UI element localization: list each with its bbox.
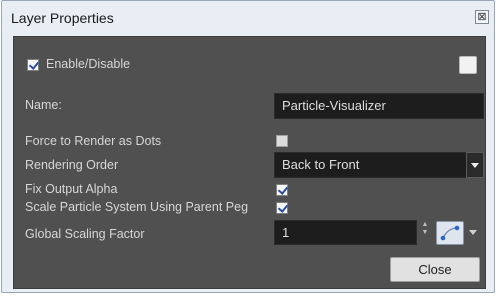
title-bar: Layer Properties ⊠ [2, 1, 494, 35]
picker-dropdown-icon[interactable] [469, 230, 477, 235]
rendering-order-select[interactable]: Back to Front [274, 152, 467, 178]
enable-label: Enable/Disable [46, 57, 131, 71]
dialog-title: Layer Properties [11, 10, 114, 26]
close-button[interactable]: Close [390, 257, 480, 282]
scale-parent-label: Scale Particle System Using Parent Peg [25, 200, 249, 214]
layer-properties-dialog: Layer Properties ⊠ Enable/Disable Name: … [1, 0, 495, 293]
close-window-icon[interactable]: ⊠ [475, 10, 489, 24]
rendering-order-label: Rendering Order [25, 158, 119, 172]
spinner-arrows-icon[interactable]: ▲ ▼ [420, 221, 430, 245]
layer-color-swatch[interactable] [459, 56, 477, 74]
function-curve-icon[interactable] [436, 221, 464, 245]
global-scaling-input[interactable]: 1 [274, 220, 417, 245]
fix-alpha-checkbox[interactable] [276, 184, 288, 196]
force-dots-label: Force to Render as Dots [25, 134, 162, 148]
scale-parent-checkbox[interactable] [276, 202, 288, 214]
force-dots-checkbox[interactable] [276, 135, 288, 147]
enable-checkbox[interactable] [27, 59, 39, 71]
name-input[interactable]: Particle-Visualizer [274, 93, 484, 119]
fix-alpha-label: Fix Output Alpha [25, 182, 118, 196]
properties-panel: Enable/Disable Name: Particle-Visualizer… [13, 36, 486, 289]
name-label: Name: [25, 98, 62, 112]
chevron-down-icon[interactable] [466, 152, 484, 178]
global-scaling-label: Global Scaling Factor [25, 227, 145, 241]
